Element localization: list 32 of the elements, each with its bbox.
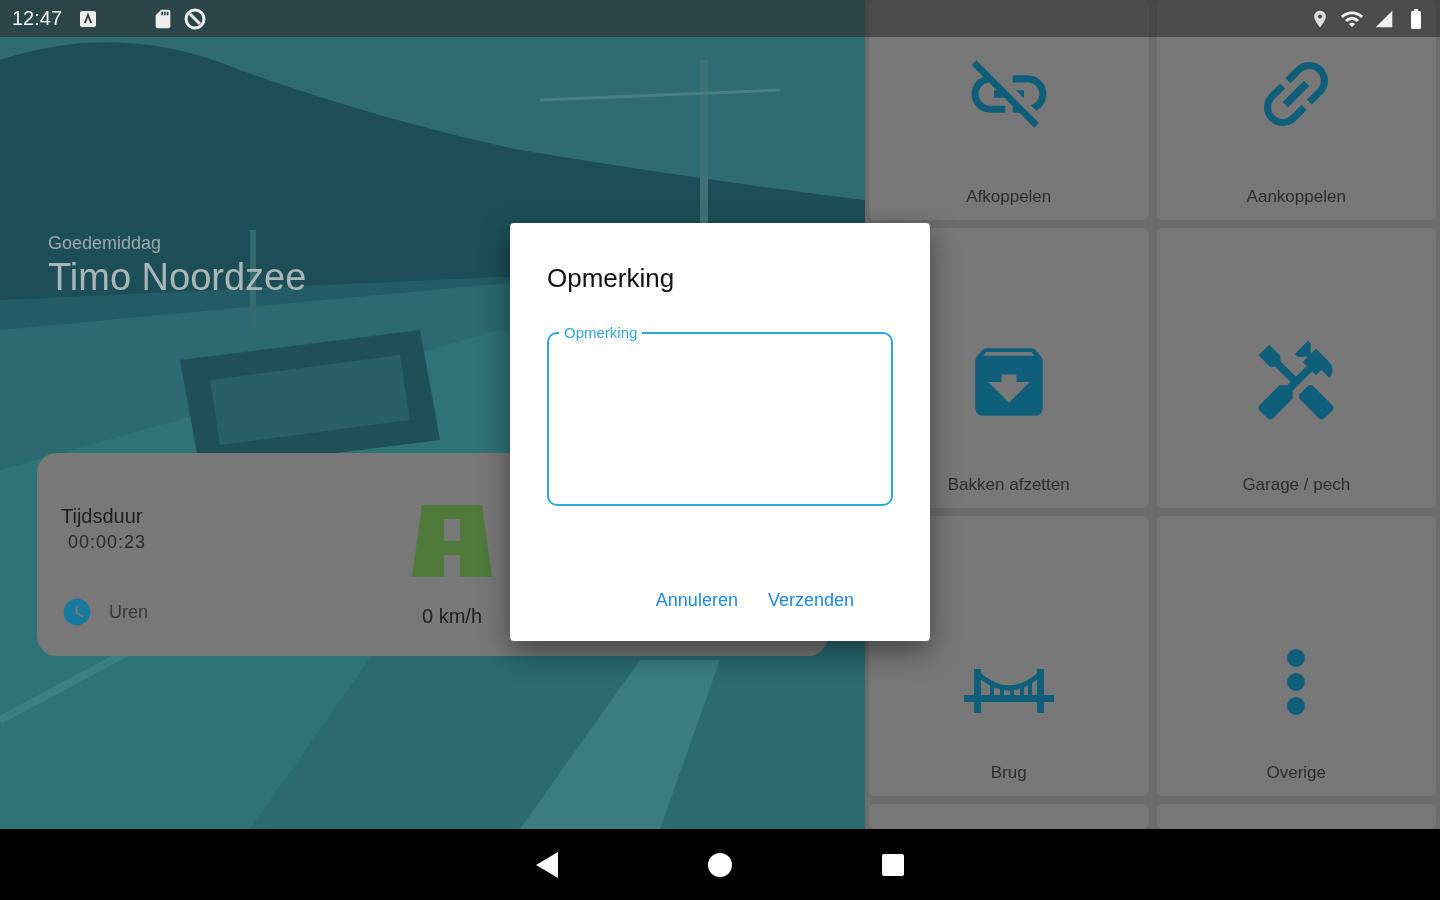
home-icon[interactable] [708,852,732,877]
action-label: Brug [990,763,1027,783]
action-label: Aankoppelen [1246,187,1346,207]
hours-label: Uren [109,601,148,623]
road-icon [412,505,492,577]
send-button[interactable]: Verzenden [759,584,862,617]
status-time: 12:47 [12,7,63,30]
more-icon [1287,649,1306,715]
action-tile[interactable] [869,804,1149,829]
action-tile[interactable]: Overige [1156,516,1436,796]
recents-icon[interactable] [882,853,904,876]
comment-field[interactable]: Opmerking [547,324,893,506]
dialog-title: Opmerking [547,263,676,294]
duration-value: 00:00:23 [67,532,147,553]
clock-icon [61,596,93,628]
action-tile[interactable]: Garage / pech [1156,228,1436,508]
action-tile[interactable]: Aankoppelen [1156,0,1436,220]
action-label: Garage / pech [1242,475,1351,495]
action-label: Afkoppelen [966,187,1052,207]
action-tile[interactable] [1156,804,1436,829]
action-label: Bakken afzetten [947,475,1070,495]
back-icon[interactable] [536,851,558,878]
speed-value: 0 km/h [422,605,482,628]
action-tile[interactable]: Afkoppelen [869,0,1149,220]
cancel-button[interactable]: Annuleren [647,584,746,617]
field-label: Opmerking [563,324,639,342]
action-tile[interactable]: Brug [869,516,1149,796]
duration-label: Tijdsduur [61,505,144,528]
action-label: Overige [1266,763,1326,783]
driver-name: Timo Noordzee [48,256,307,299]
signal-icon [1374,8,1394,29]
greeting-text: Goedemiddag [48,233,162,254]
